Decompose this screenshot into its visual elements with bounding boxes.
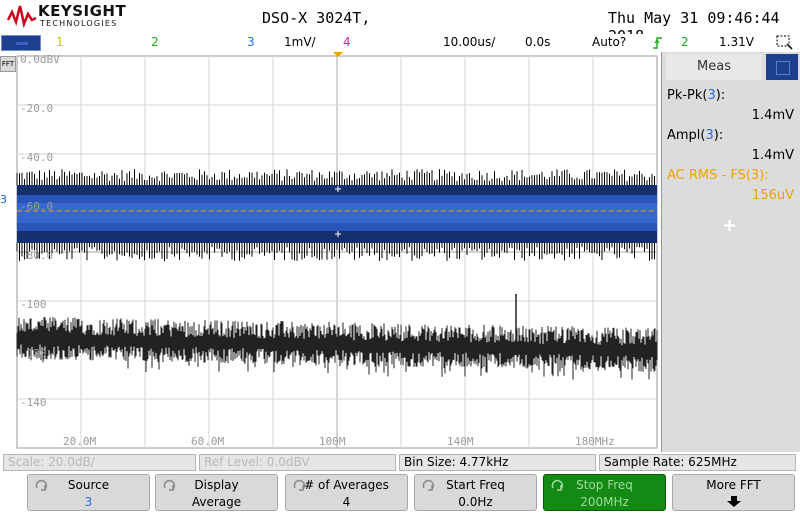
x-axis-tick-label: 180MHz [575, 435, 615, 448]
meas-1-value: 1.4mV [751, 108, 794, 123]
trigger-level[interactable]: 1.31V [719, 35, 754, 49]
add-measurement-icon[interactable]: + [722, 215, 737, 236]
meas-1-label: Pk-Pk(3): [667, 88, 726, 103]
x-axis-tick-label: 140M [447, 435, 474, 448]
softkey-label: More FFT [706, 478, 761, 492]
y-axis-tick-label: 0.0dBV [20, 53, 60, 66]
x-axis-tick-label: 100M [319, 435, 346, 448]
softkey-value: 0.0Hz [458, 495, 493, 509]
softkey-value: 4 [342, 495, 351, 509]
softkey-value: Average [191, 495, 242, 509]
display-softkey[interactable]: Display Average [155, 474, 278, 511]
channel-3-ground-marker[interactable]: 3 [0, 193, 7, 206]
down-arrow-icon [727, 496, 741, 507]
meas-2-value: 1.4mV [751, 148, 794, 163]
softkey-label: Stop Freq [576, 478, 633, 492]
softkey-label: # of Averages [304, 478, 389, 492]
fft-plot-canvas [16, 52, 658, 449]
measurement-panel: Meas Pk-Pk(3): 1.4mV Ampl(3): 1.4mV AC R… [661, 52, 800, 452]
trigger-mode[interactable]: Auto? [592, 35, 626, 49]
channel-4-indicator[interactable]: 4 [343, 35, 351, 49]
averages-softkey[interactable]: # of Averages 4 [285, 474, 408, 511]
model-name: DSO-X 3024T, [262, 9, 371, 27]
fft-math-tab[interactable]: FFT [0, 56, 16, 72]
sample-rate-info: Sample Rate: 625MHz [599, 454, 796, 471]
channel-1-indicator[interactable]: 1 [56, 35, 64, 49]
softkey-label: Start Freq [446, 478, 505, 492]
bin-size-info: Bin Size: 4.77kHz [399, 454, 596, 471]
panel-expand-tab[interactable] [766, 54, 798, 80]
status-bar: 1 2 3 1mV/ 4 10.00us/ 0.0s Auto? 2 1.31V [0, 34, 800, 52]
delay-readout[interactable]: 0.0s [525, 35, 550, 49]
softkey-bar: Source 3 Display Average # of Averages 4… [0, 472, 800, 512]
softkey-value: 3 [84, 495, 93, 509]
meas-2-label: Ampl(3): [667, 128, 724, 143]
timebase-readout[interactable]: 10.00us/ [443, 35, 495, 49]
start-freq-softkey[interactable]: Start Freq 0.0Hz [414, 474, 537, 511]
softkey-label: Display [194, 478, 239, 492]
display-zoom-icon[interactable] [776, 35, 794, 51]
trigger-source[interactable]: 2 [681, 35, 689, 49]
y-axis-tick-label: -100 [20, 298, 47, 311]
ch3-waveform-center [17, 203, 657, 223]
x-axis-tick-label: 60.0M [191, 435, 225, 448]
header-bar: KEYSIGHT TECHNOLOGIES DSO-X 3024T, Thu M… [0, 0, 800, 45]
meas-3-label: AC RMS - FS(3): [667, 168, 769, 183]
channel-2-indicator[interactable]: 2 [151, 35, 159, 49]
y-axis-tick-label: -60.0 [20, 200, 54, 213]
y-axis-tick-label: -80.0 [20, 249, 54, 262]
source-softkey[interactable]: Source 3 [27, 474, 150, 511]
scale-info: Scale: 20.0dB/ [3, 454, 196, 471]
y-axis-tick-label: -120 [20, 347, 47, 360]
meas-3-value: 156uV [752, 188, 794, 203]
ref-level-info: Ref Level: 0.0dBV [199, 454, 396, 471]
brand-subtitle: TECHNOLOGIES [40, 19, 118, 28]
trigger-edge-icon [653, 37, 662, 49]
y-axis-tick-label: -140 [20, 396, 47, 409]
y-axis-tick-label: -20.0 [20, 102, 54, 115]
more-fft-softkey[interactable]: More FFT [672, 474, 795, 511]
meas-tab[interactable]: Meas [666, 54, 762, 80]
brand-name: KEYSIGHT [38, 2, 127, 20]
fft-plot[interactable]: 0.0dBV -20.0 -40.0 -60.0 -80.0 -100 -120 -140 2… [0, 52, 660, 452]
softkey-value: 200MHz [580, 495, 629, 509]
channel-3-indicator[interactable]: 3 [247, 35, 255, 49]
stop-freq-softkey[interactable]: Stop Freq 200MHz [543, 474, 666, 511]
x-axis-tick-label: 20.0M [63, 435, 97, 448]
info-bar: Scale: 20.0dB/ Ref Level: 0.0dBV Bin Siz… [0, 452, 800, 472]
channel-menu-button[interactable] [1, 35, 41, 51]
channel-3-scale: 1mV/ [284, 35, 316, 49]
y-axis-tick-label: -40.0 [20, 151, 54, 164]
softkey-label: Source [67, 478, 110, 492]
